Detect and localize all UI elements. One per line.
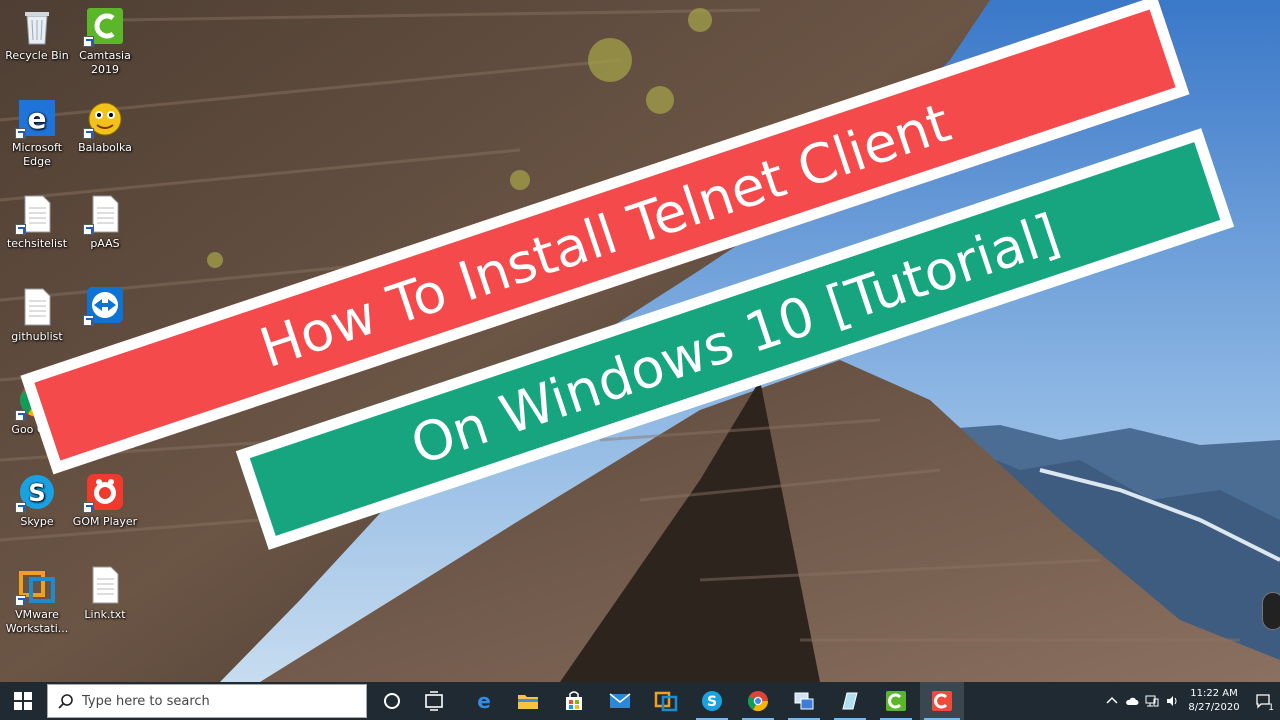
taskbar-app-file-explorer[interactable] <box>508 682 548 720</box>
task-view-icon <box>425 691 443 711</box>
desktop-icon-label: Camtasia 2019 <box>79 49 131 76</box>
network-app-icon <box>794 692 814 710</box>
store-icon <box>566 691 582 710</box>
speaker-icon <box>1167 696 1177 706</box>
file-explorer-icon <box>518 695 538 709</box>
shortcut-arrow-icon <box>83 502 94 513</box>
cortana-icon <box>384 693 400 709</box>
desktop-icon-paas[interactable]: pAAS <box>68 194 142 251</box>
start-button[interactable] <box>0 682 46 720</box>
cloud-icon <box>1126 697 1139 705</box>
desktop-icon-label: githublist <box>11 330 63 343</box>
teamviewer-icon <box>83 285 125 326</box>
taskbar-app-glass-tool[interactable] <box>830 682 870 720</box>
volume-button[interactable] <box>1162 682 1182 720</box>
taskbar-app-camtasia-recorder[interactable] <box>920 682 964 720</box>
taskbar-app-mail[interactable] <box>600 682 640 720</box>
desktop-icon-githublist[interactable]: githublist <box>0 287 74 344</box>
camtasia-icon <box>886 691 906 711</box>
desktop-icon-teamviewer[interactable] <box>68 285 142 328</box>
svg-text:e: e <box>28 102 47 135</box>
show-hidden-icons-button[interactable] <box>1102 682 1122 720</box>
taskbar-clock[interactable]: 11:22 AM 8/27/2020 <box>1182 687 1246 715</box>
taskbar: e S 1 <box>0 682 1280 720</box>
svg-text:S: S <box>707 694 717 710</box>
desktop-icon-label: Link.txt <box>84 608 126 621</box>
taskbar-app-store[interactable] <box>554 682 594 720</box>
network-icon <box>1145 695 1159 707</box>
chevron-up-icon <box>1106 696 1118 704</box>
shortcut-arrow-icon <box>15 502 26 513</box>
camtasia-icon <box>83 6 125 47</box>
shortcut-arrow-icon <box>15 128 26 139</box>
shortcut-arrow-icon <box>83 128 94 139</box>
desktop-icon-gom-player[interactable]: GOM Player <box>68 472 142 529</box>
desktop-icon-label: techsitelist <box>6 237 68 250</box>
desktop-icon-label: pAAS <box>90 237 120 250</box>
text-file-icon <box>83 194 125 235</box>
desktop-icon-link-txt[interactable]: Link.txt <box>68 565 142 622</box>
network-button[interactable] <box>1142 682 1162 720</box>
taskbar-app-network-tool[interactable] <box>784 682 824 720</box>
skype-icon: S <box>15 472 57 513</box>
search-input[interactable] <box>82 693 342 709</box>
svg-text:e: e <box>477 689 491 713</box>
clock-time: 11:22 AM <box>1190 688 1238 699</box>
task-view-button[interactable] <box>414 682 454 720</box>
shortcut-arrow-icon <box>15 224 26 235</box>
desktop-icon-balabolka[interactable]: Balabolka <box>68 98 142 155</box>
desktop-icon-label: Skype <box>20 515 54 528</box>
text-file-icon <box>85 565 125 605</box>
desktop-icon-vmware[interactable]: VMware Workstati... <box>0 565 74 636</box>
chrome-icon <box>747 691 769 712</box>
desktop-icon-microsoft-edge[interactable]: e Microsoft Edge <box>0 98 74 169</box>
taskbar-app-edge[interactable]: e <box>464 682 504 720</box>
mail-icon <box>609 693 631 708</box>
desktop-icon-techsitelist[interactable]: techsitelist <box>0 194 74 251</box>
desktop-icon-label: Balabolka <box>78 141 132 154</box>
shortcut-arrow-icon <box>83 224 94 235</box>
taskbar-search-box[interactable] <box>47 684 367 718</box>
taskbar-app-skype[interactable]: S <box>692 682 732 720</box>
vmware-icon <box>654 691 678 712</box>
action-center-button[interactable]: 1 <box>1246 682 1280 720</box>
onedrive-button[interactable] <box>1122 682 1142 720</box>
glass-app-icon <box>842 692 858 710</box>
system-tray: 11:22 AM 8/27/2020 1 <box>1102 682 1280 720</box>
camtasia-recorder-icon <box>932 691 952 711</box>
desktop-icon-recycle-bin[interactable]: Recycle Bin <box>0 6 74 63</box>
desktop-icon-skype[interactable]: S Skype <box>0 472 74 529</box>
recycle-bin-icon <box>17 6 57 46</box>
clock-date: 8/27/2020 <box>1188 702 1240 713</box>
desktop-icon-label: VMware Workstati... <box>5 608 69 635</box>
shortcut-arrow-icon <box>15 595 26 606</box>
edge-icon: e <box>477 689 491 713</box>
text-file-icon <box>17 287 57 327</box>
taskbar-app-vmware[interactable] <box>646 682 686 720</box>
text-file-icon <box>15 194 57 235</box>
desktop-icon-label: Recycle Bin <box>5 49 69 62</box>
desktop-icon-camtasia[interactable]: Camtasia 2019 <box>68 6 142 77</box>
shortcut-arrow-icon <box>83 315 94 326</box>
gom-player-icon <box>83 472 125 513</box>
vmware-icon <box>15 565 57 606</box>
edge-icon: e <box>15 98 57 139</box>
cortana-button[interactable] <box>372 682 412 720</box>
search-icon <box>58 694 73 709</box>
taskbar-app-chrome[interactable] <box>738 682 778 720</box>
taskbar-app-camtasia[interactable] <box>876 682 916 720</box>
skype-icon: S <box>702 691 722 711</box>
desktop-icon-label: GOM Player <box>72 515 138 528</box>
svg-text:S: S <box>28 479 45 507</box>
notification-count-badge: 1 <box>1268 703 1274 713</box>
windows-logo-icon <box>14 692 32 710</box>
side-scroll-handle[interactable] <box>1262 592 1280 630</box>
balabolka-icon <box>83 98 125 139</box>
desktop-icon-label: Microsoft Edge <box>11 141 63 168</box>
shortcut-arrow-icon <box>15 410 26 421</box>
shortcut-arrow-icon <box>83 36 94 47</box>
